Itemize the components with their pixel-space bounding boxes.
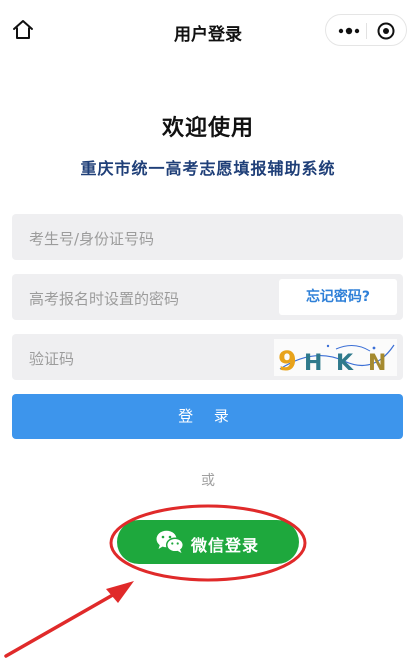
welcome-heading: 欢迎使用 [161,116,254,141]
password-placeholder: 高考报名时设置的密码 [29,290,180,308]
red-arrow [106,581,134,603]
mini-program-capsule [325,14,407,46]
candidate-id-placeholder: 考生号/身份证号码 [29,230,155,248]
wechat-login-label: 微信登录 [191,536,260,555]
login-button[interactable]: 登 录 [12,394,403,439]
forgot-password-button[interactable]: 忘记密码? [279,279,397,315]
svg-text:H: H [304,351,322,376]
system-name: 重庆市统一高考志愿填报辅助系统 [80,159,336,178]
captcha-image[interactable]: 9 H K N [274,339,397,376]
more-dots-icon[interactable] [334,22,364,40]
svg-text:K: K [336,351,354,376]
red-arrow-shaft [4,590,120,658]
close-target-icon[interactable] [375,21,397,41]
captcha-input[interactable]: 验证码 9 H K N [12,334,403,380]
captcha-placeholder: 验证码 [29,350,75,368]
candidate-id-input[interactable]: 考生号/身份证号码 [12,214,403,260]
svg-text:9: 9 [278,346,297,376]
wechat-icon [156,530,185,553]
or-divider: 或 [201,473,215,489]
nav-bar: 用户登录 [0,0,416,62]
svg-text:N: N [368,351,386,376]
password-input[interactable]: 高考报名时设置的密码 忘记密码? [12,274,403,320]
capsule-divider [366,23,367,39]
wechat-login-button[interactable]: 微信登录 [117,520,299,564]
